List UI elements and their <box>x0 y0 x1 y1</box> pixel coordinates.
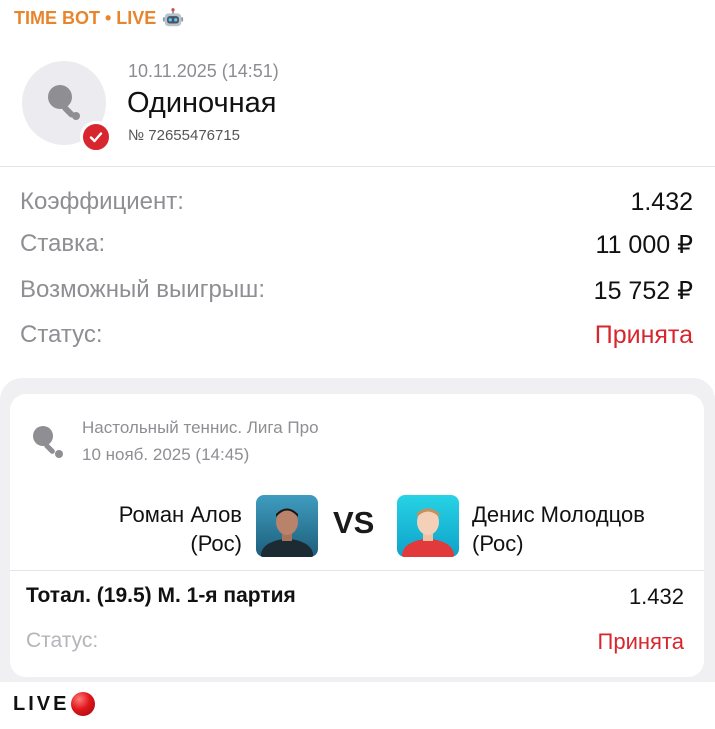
summary-row-status: Статус: Принята <box>0 321 715 365</box>
summary-row-stake: Ставка: 11 000 ₽ <box>0 230 715 274</box>
header-divider <box>0 166 715 167</box>
bet-date: 10.11.2025 (14:51) <box>128 61 279 81</box>
market-status-label: Статус: <box>26 629 99 652</box>
player-home-name: Роман Алов <box>118 502 242 527</box>
player-away-photo <box>397 495 459 557</box>
summary-row-coefficient: Коэффициент: 1.432 <box>0 188 715 232</box>
red-circle-icon <box>71 692 96 716</box>
stake-value: 11 000 ₽ <box>595 231 693 259</box>
market-odds: 1.432 <box>628 584 684 609</box>
market-status-value: Принята <box>597 629 684 654</box>
player-home: Роман Алов (Рос) <box>119 500 242 558</box>
bet-type: Одиночная <box>127 87 277 119</box>
coefficient-label: Коэффициент: <box>20 188 184 215</box>
event-league: Настольный теннис. Лига Про <box>82 418 319 437</box>
accepted-check-badge <box>80 121 112 153</box>
player-home-avatar <box>261 508 313 557</box>
table-tennis-icon <box>33 426 63 458</box>
possible-win-label: Возможный выигрыш: <box>20 276 265 303</box>
bet-header: 10.11.2025 (14:51) Одиночная № 726554767… <box>0 44 715 166</box>
stake-label: Ставка: <box>20 230 106 257</box>
player-away-name: Денис Молодцов <box>472 502 645 527</box>
event-divider <box>10 570 704 571</box>
live-footer: LIVE <box>13 692 96 716</box>
robot-icon <box>163 8 184 27</box>
player-away-avatar <box>402 508 454 557</box>
market-label: Тотал. (19.5) М. 1-я партия <box>26 584 296 607</box>
channel-title-text: TIME BOT • LIVE <box>14 7 157 28</box>
summary-row-possible-win: Возможный выигрыш: 15 752 ₽ <box>0 276 715 320</box>
player-home-country: (Рос) <box>190 531 242 556</box>
coefficient-value: 1.432 <box>630 188 693 216</box>
status-value: Принята <box>594 321 693 349</box>
event-date: 10 нояб. 2025 (14:45) <box>82 445 250 464</box>
player-home-photo <box>256 495 318 557</box>
bet-number: № 72655476715 <box>128 127 241 144</box>
live-text: LIVE <box>13 692 70 715</box>
vs-label: VS <box>333 505 375 540</box>
event-card[interactable]: Настольный теннис. Лига Про 10 нояб. 202… <box>10 394 704 677</box>
player-away-country: (Рос) <box>472 531 524 556</box>
possible-win-value: 15 752 ₽ <box>593 277 693 305</box>
player-away: Денис Молодцов (Рос) <box>472 500 645 558</box>
status-label: Статус: <box>20 321 103 348</box>
channel-title[interactable]: TIME BOT • LIVE <box>14 7 184 29</box>
table-tennis-icon <box>48 85 80 120</box>
checkmark-icon <box>89 132 103 143</box>
